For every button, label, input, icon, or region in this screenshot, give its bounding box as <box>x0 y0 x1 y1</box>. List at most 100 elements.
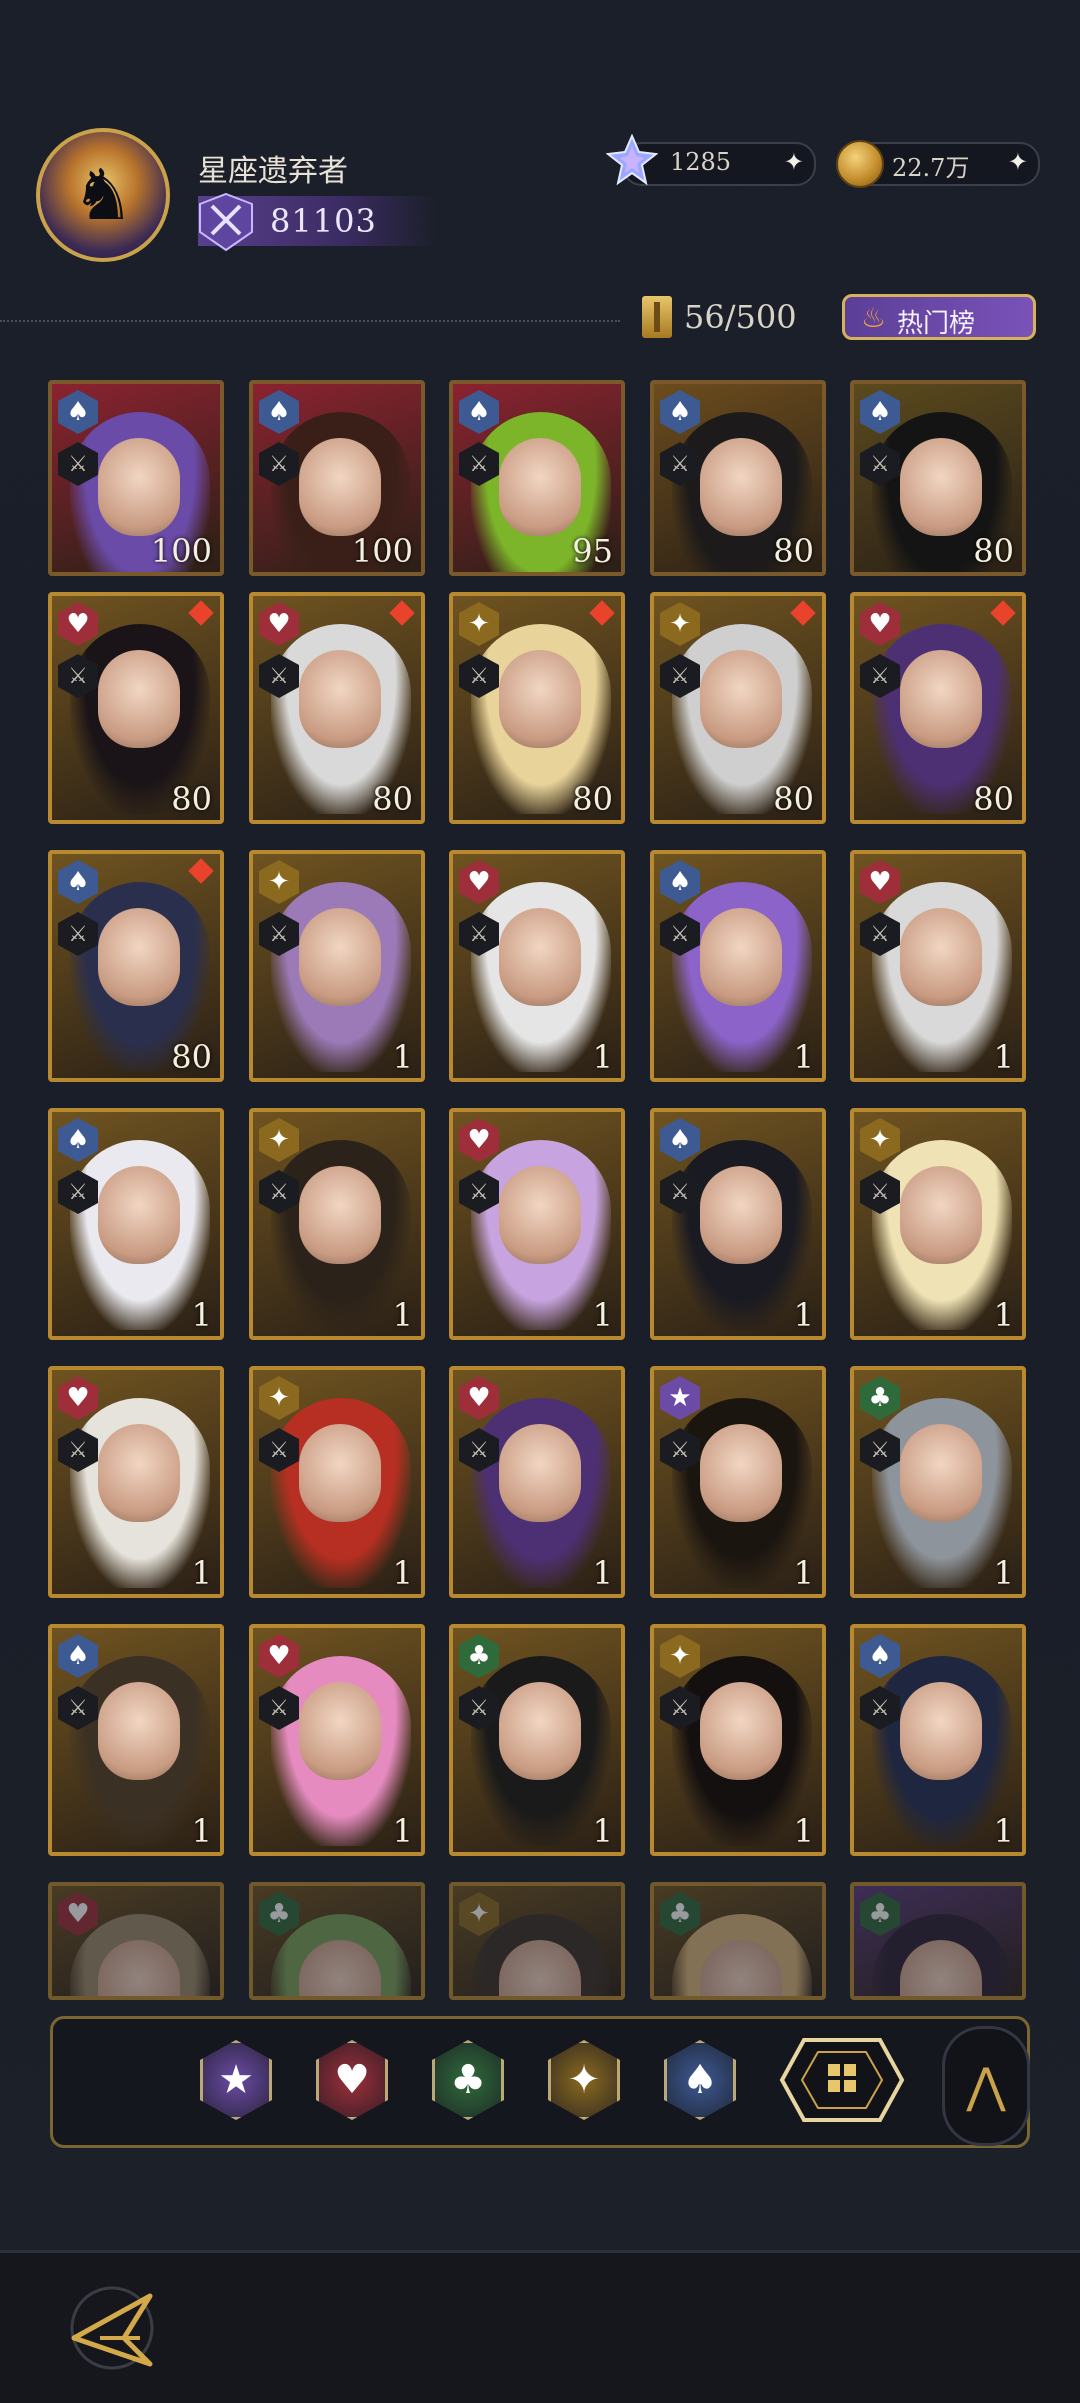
portrait-face <box>900 1682 982 1780</box>
card-level: 1 <box>392 1554 413 1592</box>
gold-coin-icon <box>836 140 884 188</box>
card-level: 100 <box>351 532 413 570</box>
portrait-face <box>299 908 381 1006</box>
hero-card[interactable]: ✦ ⚔ 1 <box>650 1624 826 1856</box>
portrait-face <box>900 1166 982 1264</box>
portrait-face <box>700 1166 782 1264</box>
portrait-face <box>900 1424 982 1522</box>
hero-card[interactable]: ✦ ⚔ 1 <box>249 1366 425 1598</box>
portrait-face <box>98 1682 180 1780</box>
card-level: 1 <box>392 1812 413 1850</box>
hero-card[interactable]: ♠ ⚔ 1 <box>650 1108 826 1340</box>
card-level: 80 <box>773 780 814 818</box>
card-level: 80 <box>773 532 814 570</box>
hero-card[interactable]: ♠ ⚔ 1 <box>48 1108 224 1340</box>
card-level: 1 <box>993 1038 1014 1076</box>
card-level: 1 <box>392 1038 413 1076</box>
hero-card[interactable]: ♠ ⚔ 80 <box>850 380 1026 576</box>
card-level: 1 <box>191 1812 212 1850</box>
hero-card[interactable]: ♣ ⚔ 1 <box>449 1624 625 1856</box>
portrait-face <box>700 1682 782 1780</box>
portrait-face <box>98 438 180 536</box>
card-level: 100 <box>150 532 212 570</box>
all-cards-filter-button[interactable] <box>778 2036 906 2124</box>
card-level: 80 <box>572 780 613 818</box>
card-level: 1 <box>191 1554 212 1592</box>
card-level: 1 <box>993 1812 1014 1850</box>
card-level: 80 <box>171 1038 212 1076</box>
hero-card[interactable]: ♥ ⚔ 1 <box>449 850 625 1082</box>
hero-card[interactable]: ♥ ⚔ 1 <box>850 850 1026 1082</box>
hero-card[interactable]: ♠ ⚔ 1 <box>48 1624 224 1856</box>
hero-card[interactable]: ♣ <box>249 1882 425 2000</box>
back-arrow-icon[interactable] <box>54 2278 158 2378</box>
hero-card[interactable]: ♠ ⚔ 1 <box>850 1624 1026 1856</box>
hero-card[interactable]: ♥ ⚔ 1 <box>249 1624 425 1856</box>
card-level: 1 <box>993 1296 1014 1334</box>
portrait-face <box>700 1424 782 1522</box>
portrait-face <box>98 1166 180 1264</box>
hero-card[interactable]: ♣ <box>850 1882 1026 2000</box>
hero-card[interactable]: ♣ <box>650 1882 826 2000</box>
hero-card[interactable]: ♥ ⚔ 80 <box>48 592 224 824</box>
portrait-face <box>499 1424 581 1522</box>
player-avatar[interactable]: ♞ <box>36 128 170 262</box>
portrait-face <box>299 1424 381 1522</box>
hero-card[interactable]: ♥ ⚔ 80 <box>249 592 425 824</box>
portrait-face <box>700 438 782 536</box>
card-level: 80 <box>372 780 413 818</box>
hero-card[interactable]: ✦ ⚔ 1 <box>249 850 425 1082</box>
chevron-up-icon[interactable]: ⋀ <box>942 2026 1030 2146</box>
hero-card[interactable]: ♥ <box>48 1882 224 2000</box>
gold-amount: 22.7万 <box>892 154 970 182</box>
card-level: 1 <box>993 1554 1014 1592</box>
hero-card[interactable]: ✦ ⚔ 80 <box>449 592 625 824</box>
portrait-face <box>98 650 180 748</box>
portrait-face <box>98 908 180 1006</box>
card-capacity-icon <box>642 296 672 338</box>
card-level: 1 <box>592 1038 613 1076</box>
card-capacity: 56/500 <box>684 298 797 336</box>
hero-card[interactable]: ♣ ⚔ 1 <box>850 1366 1026 1598</box>
hero-card[interactable]: ♠ ⚔ 1 <box>650 850 826 1082</box>
hero-card[interactable]: ✦ ⚔ 1 <box>850 1108 1026 1340</box>
rank-value: 81103 <box>270 202 377 240</box>
portrait-face <box>900 650 982 748</box>
hero-card[interactable]: ♥ ⚔ 80 <box>850 592 1026 824</box>
portrait-face <box>299 1166 381 1264</box>
hero-card[interactable]: ♠ ⚔ 80 <box>48 850 224 1082</box>
hero-card[interactable]: ♠ ⚔ 100 <box>249 380 425 576</box>
card-level: 1 <box>392 1296 413 1334</box>
portrait-face <box>299 650 381 748</box>
portrait-face <box>900 438 982 536</box>
portrait-face <box>299 438 381 536</box>
hero-card[interactable]: ♥ ⚔ 1 <box>449 1366 625 1598</box>
hero-card[interactable]: ✦ ⚔ 1 <box>249 1108 425 1340</box>
hero-card[interactable]: ♠ ⚔ 80 <box>650 380 826 576</box>
gem-amount: 1285 <box>670 148 732 176</box>
hot-ranking-button[interactable]: ♨ 热门榜 <box>842 294 1036 340</box>
hero-card[interactable]: ♥ ⚔ 1 <box>449 1108 625 1340</box>
card-level: 1 <box>793 1038 814 1076</box>
portrait-face <box>98 1424 180 1522</box>
hero-card[interactable]: ✦ ⚔ 80 <box>650 592 826 824</box>
portrait-face <box>499 908 581 1006</box>
hero-card[interactable]: ♠ ⚔ 100 <box>48 380 224 576</box>
add-gold-button[interactable]: ✦ <box>1008 148 1028 176</box>
hero-card[interactable]: ✦ <box>449 1882 625 2000</box>
card-level: 1 <box>592 1554 613 1592</box>
player-name: 星座遗弃者 <box>198 154 348 189</box>
hero-card[interactable]: ♠ ⚔ 95 <box>449 380 625 576</box>
card-level: 95 <box>572 532 613 570</box>
card-level: 1 <box>191 1296 212 1334</box>
portrait-face <box>499 1682 581 1780</box>
portrait-face <box>499 438 581 536</box>
portrait-face <box>700 650 782 748</box>
hero-card[interactable]: ★ ⚔ 1 <box>650 1366 826 1598</box>
hero-card[interactable]: ♥ ⚔ 1 <box>48 1366 224 1598</box>
portrait-face <box>499 1166 581 1264</box>
add-gems-button[interactable]: ✦ <box>784 148 804 176</box>
card-level: 1 <box>793 1296 814 1334</box>
card-level: 80 <box>973 780 1014 818</box>
card-level: 1 <box>592 1296 613 1334</box>
